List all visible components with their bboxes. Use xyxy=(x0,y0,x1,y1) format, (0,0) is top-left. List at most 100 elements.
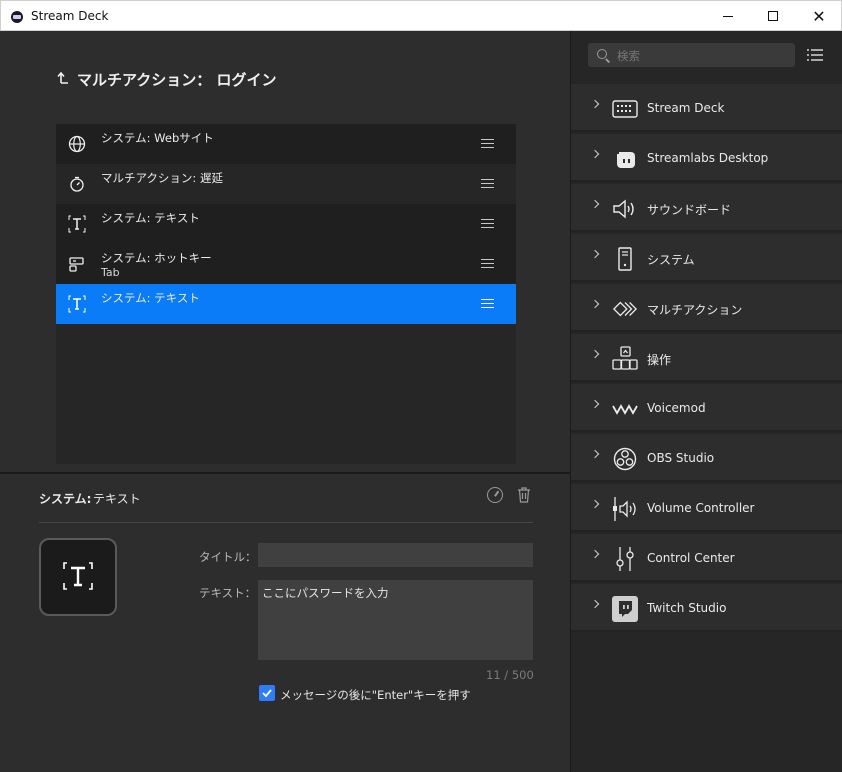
streamlabs-icon xyxy=(612,146,638,172)
sliders-icon xyxy=(612,546,638,572)
text-icon xyxy=(68,295,86,313)
chevron-right-icon xyxy=(590,499,600,509)
globe-icon xyxy=(68,135,86,153)
action-label: システム: テキスト xyxy=(101,211,200,225)
chevron-right-icon xyxy=(590,549,600,559)
enter-checkbox-label[interactable]: メッセージの後に"Enter"キーを押す xyxy=(280,687,471,703)
category-label: システム xyxy=(647,253,695,267)
category-obs-studio[interactable]: OBS Studio xyxy=(571,434,842,482)
twitch-icon xyxy=(612,596,638,622)
chevron-right-icon xyxy=(590,399,600,409)
search-input[interactable]: 検索 xyxy=(588,43,795,67)
chevron-right-icon xyxy=(590,249,600,259)
category-volume-controller[interactable]: Volume Controller xyxy=(571,484,842,532)
char-count: 11 / 500 xyxy=(486,668,534,682)
chevron-right-icon xyxy=(590,99,600,109)
search-icon xyxy=(597,49,607,59)
multi-action-editor: マルチアクション： ログイン システム: Webサイト マルチアクション: 遅延 xyxy=(0,31,570,472)
chevron-right-icon xyxy=(590,299,600,309)
category-stream-deck[interactable]: Stream Deck xyxy=(571,84,842,132)
editor-pane: マルチアクション： ログイン システム: Webサイト マルチアクション: 遅延 xyxy=(0,31,570,772)
voicemod-icon xyxy=(612,396,638,422)
drag-handle-icon[interactable] xyxy=(481,299,494,308)
drag-handle-icon[interactable] xyxy=(481,219,494,228)
back-arrow-icon[interactable] xyxy=(57,71,69,88)
arrow-keys-icon xyxy=(612,346,638,372)
stopwatch-icon xyxy=(68,175,86,193)
chevron-right-icon xyxy=(590,599,600,609)
category-label: Volume Controller xyxy=(647,501,755,515)
category-label: サウンドボード xyxy=(647,203,732,217)
action-row-text-selected[interactable]: システム: テキスト xyxy=(56,284,516,324)
chevron-right-icon xyxy=(590,199,600,209)
text-field-label: テキスト： xyxy=(199,586,257,600)
property-inspector: システム: テキスト タイトル： テキスト： ここにパスワードを入力 11 / … xyxy=(0,474,570,772)
chevron-right-icon xyxy=(590,449,600,459)
category-label: OBS Studio xyxy=(647,451,715,465)
action-row-delay[interactable]: マルチアクション: 遅延 xyxy=(56,164,516,204)
category-streamlabs[interactable]: Streamlabs Desktop xyxy=(571,134,842,182)
key-preview[interactable] xyxy=(39,538,117,616)
category-label: Control Center xyxy=(647,551,735,565)
action-label: システム: Webサイト xyxy=(101,131,214,145)
action-label: マルチアクション: 遅延 xyxy=(101,171,223,185)
title-field[interactable] xyxy=(258,543,533,567)
category-label: マルチアクション xyxy=(647,303,743,317)
trash-icon[interactable] xyxy=(517,487,531,503)
volume-controller-icon xyxy=(612,496,638,522)
category-voicemod[interactable]: Voicemod xyxy=(571,384,842,432)
action-row-website[interactable]: システム: Webサイト xyxy=(56,124,516,164)
drag-handle-icon[interactable] xyxy=(481,139,494,148)
timer-icon[interactable] xyxy=(487,487,503,503)
enter-checkbox[interactable] xyxy=(259,685,275,701)
chevron-right-icon xyxy=(590,149,600,159)
window-titlebar: Stream Deck ✕ xyxy=(0,0,842,31)
inspector-separator xyxy=(39,522,533,523)
inspector-subtitle: テキスト xyxy=(93,492,141,506)
window-title: Stream Deck xyxy=(31,9,109,23)
obs-icon xyxy=(612,446,638,472)
minimize-button[interactable] xyxy=(705,1,751,31)
chevron-right-icon xyxy=(590,349,600,359)
action-list: システム: Webサイト マルチアクション: 遅延 システム: テキスト システ… xyxy=(56,124,516,464)
inspector-title: システム: xyxy=(39,492,92,506)
text-icon xyxy=(62,560,94,595)
category-control-center[interactable]: Control Center xyxy=(571,534,842,582)
text-icon xyxy=(68,215,86,233)
close-icon: ✕ xyxy=(812,6,826,26)
action-label: システム: ホットキー xyxy=(101,251,212,265)
category-label: Streamlabs Desktop xyxy=(647,151,769,165)
category-navigation[interactable]: 操作 xyxy=(571,334,842,382)
category-label: Stream Deck xyxy=(647,101,725,115)
maximize-button[interactable] xyxy=(750,1,796,31)
title-field-label: タイトル： xyxy=(199,550,257,564)
category-twitch-studio[interactable]: Twitch Studio xyxy=(571,584,842,632)
search-placeholder: 検索 xyxy=(617,49,640,63)
breadcrumb[interactable]: マルチアクション： ログイン xyxy=(57,69,276,90)
action-sublabel: Tab xyxy=(101,266,120,279)
page-title: マルチアクション： ログイン xyxy=(77,71,277,89)
minimize-icon xyxy=(723,15,733,17)
speaker-icon xyxy=(612,196,638,222)
multi-action-icon xyxy=(612,296,638,322)
category-label: Twitch Studio xyxy=(647,601,727,615)
category-label: Voicemod xyxy=(647,401,706,415)
text-field[interactable]: ここにパスワードを入力 xyxy=(258,580,533,660)
drag-handle-icon[interactable] xyxy=(481,259,494,268)
actions-sidebar: 検索 Stream Deck Streamlabs Desktop サウンドボー… xyxy=(570,31,842,772)
category-soundboard[interactable]: サウンドボード xyxy=(571,184,842,232)
maximize-icon xyxy=(768,11,778,21)
pc-tower-icon xyxy=(612,246,638,272)
category-system[interactable]: システム xyxy=(571,234,842,282)
stream-deck-app-icon xyxy=(11,11,23,23)
action-label: システム: テキスト xyxy=(101,291,200,305)
action-row-hotkey[interactable]: システム: ホットキー Tab xyxy=(56,244,516,284)
category-label: 操作 xyxy=(647,353,672,367)
hotkey-icon xyxy=(68,255,86,273)
action-row-text[interactable]: システム: テキスト xyxy=(56,204,516,244)
drag-handle-icon[interactable] xyxy=(481,179,494,188)
stream-deck-icon xyxy=(612,96,638,122)
category-multi-action[interactable]: マルチアクション xyxy=(571,284,842,332)
close-button[interactable]: ✕ xyxy=(796,1,842,31)
list-view-icon[interactable] xyxy=(807,48,823,62)
